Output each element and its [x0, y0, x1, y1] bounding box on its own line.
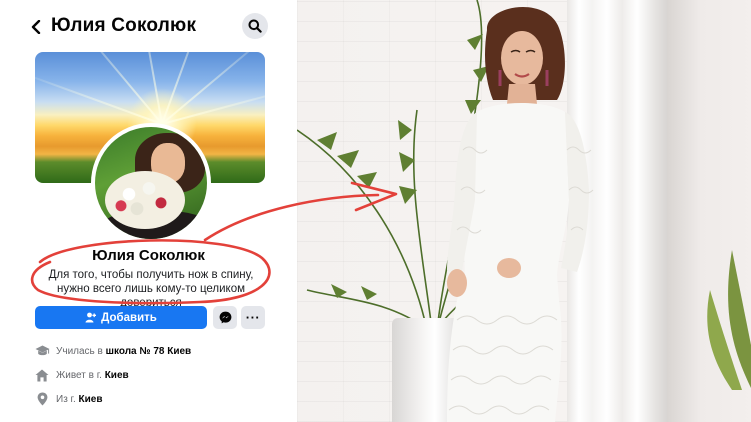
profile-bio: Для того, чтобы получить нож в спину, ну… [48, 269, 254, 309]
top-bar: Юлия Соколюк [0, 10, 297, 44]
more-button[interactable]: ··· [241, 306, 265, 329]
info-school-prefix: Училась в [56, 345, 103, 357]
back-button[interactable] [26, 16, 48, 38]
woman-in-white-dress [447, 7, 594, 422]
avatar-bouquet [105, 171, 185, 229]
more-dots-icon: ··· [245, 310, 261, 325]
info-from-value[interactable]: Киев [79, 394, 103, 405]
info-lives-value[interactable]: Киев [105, 370, 129, 381]
info-lives-prefix: Живет в г. [56, 369, 102, 381]
info-row-from: Из г. Киев [34, 390, 103, 408]
info-from-prefix: Из г. [56, 393, 76, 405]
info-row-lives: Живет в г. Киев [34, 366, 129, 384]
profile-photo [297, 0, 751, 422]
messenger-icon [219, 311, 231, 324]
graduation-cap-icon [34, 343, 50, 359]
add-friend-label: Добавить [101, 311, 157, 324]
avatar[interactable] [91, 123, 211, 243]
location-pin-icon [34, 391, 50, 407]
search-button[interactable] [242, 13, 268, 39]
messenger-button[interactable] [213, 306, 237, 329]
profile-panel: Юлия Соколюк Юлия Соколюк Для того, чтоб… [0, 0, 297, 422]
profile-name: Юлия Соколюк [92, 247, 205, 264]
search-icon [248, 19, 262, 33]
info-row-education: Училась в школа № 78 Киев [34, 342, 191, 360]
person-add-icon [85, 312, 97, 323]
house-icon [34, 367, 50, 383]
page-title: Юлия Соколюк [51, 15, 197, 36]
chevron-left-icon [31, 20, 41, 34]
info-school-value[interactable]: школа № 78 Киев [106, 346, 192, 357]
add-friend-button[interactable]: Добавить [35, 306, 207, 329]
